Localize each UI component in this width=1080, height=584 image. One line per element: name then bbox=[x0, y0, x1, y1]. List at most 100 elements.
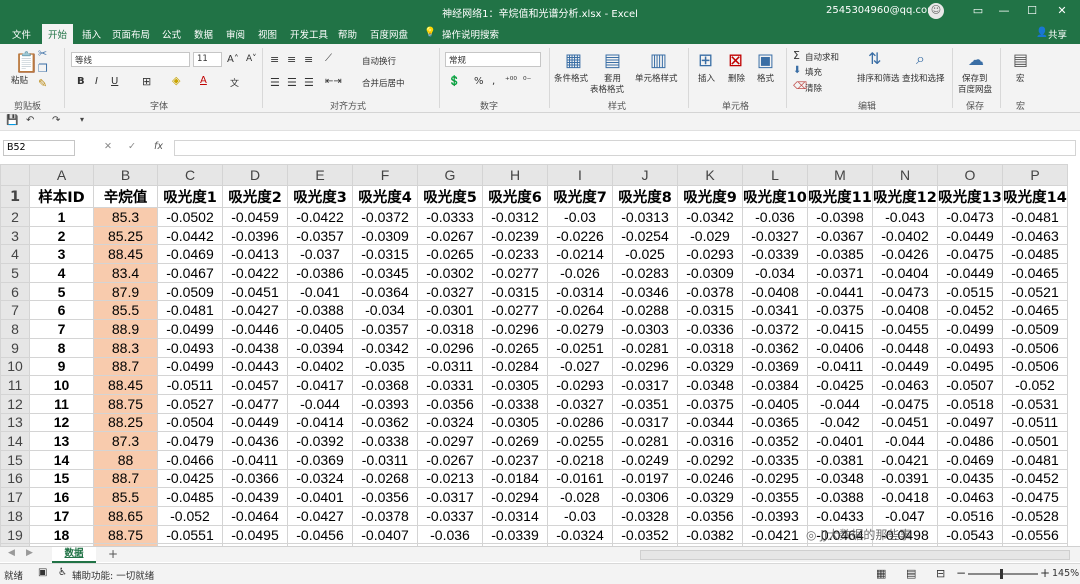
cell[interactable]: -0.0267 bbox=[417, 449, 483, 470]
cell[interactable]: -0.0388 bbox=[807, 487, 873, 507]
header-cell[interactable]: 吸光度12 bbox=[872, 185, 938, 208]
insert-cells-button[interactable]: 插入 bbox=[698, 72, 715, 84]
sort-filter-button[interactable]: 排序和筛选 bbox=[857, 72, 900, 84]
cell[interactable]: -0.0493 bbox=[937, 337, 1003, 358]
cell[interactable]: -0.0239 bbox=[482, 225, 548, 246]
cell[interactable]: 88.7 bbox=[93, 356, 158, 377]
align-bottom-icon[interactable]: ≡ bbox=[304, 53, 313, 66]
maximize-button[interactable]: ☐ bbox=[1022, 2, 1042, 20]
row-header[interactable]: 16 bbox=[0, 468, 30, 489]
cell[interactable]: -0.0279 bbox=[547, 319, 613, 339]
tab-formulas[interactable]: 公式 bbox=[162, 27, 181, 41]
cell[interactable]: -0.0481 bbox=[1002, 449, 1068, 470]
cell[interactable]: -0.0346 bbox=[612, 281, 678, 302]
cell[interactable]: -0.0362 bbox=[742, 337, 808, 358]
cell[interactable]: -0.0495 bbox=[222, 524, 288, 545]
column-header[interactable]: N bbox=[872, 164, 938, 186]
cell[interactable]: -0.0318 bbox=[677, 337, 743, 358]
cell[interactable]: 9 bbox=[29, 356, 94, 377]
cell[interactable]: -0.035 bbox=[352, 356, 418, 377]
cell[interactable]: -0.0405 bbox=[742, 393, 808, 414]
row-header[interactable]: 11 bbox=[0, 375, 30, 395]
cell[interactable]: -0.0408 bbox=[872, 300, 938, 321]
cell[interactable]: 85.25 bbox=[93, 225, 158, 246]
cell[interactable]: -0.0463 bbox=[937, 487, 1003, 507]
cell[interactable]: -0.0296 bbox=[417, 337, 483, 358]
cell[interactable]: -0.03 bbox=[547, 207, 613, 227]
cell[interactable]: -0.0457 bbox=[222, 375, 288, 395]
cell[interactable]: -0.0388 bbox=[287, 300, 353, 321]
cell[interactable]: -0.0375 bbox=[807, 300, 873, 321]
cell[interactable]: -0.0481 bbox=[1002, 207, 1068, 227]
cell[interactable]: -0.0439 bbox=[222, 487, 288, 507]
cell[interactable]: -0.0381 bbox=[807, 449, 873, 470]
cell[interactable]: -0.0477 bbox=[222, 393, 288, 414]
cell[interactable]: -0.0449 bbox=[872, 356, 938, 377]
cell[interactable]: -0.0251 bbox=[547, 337, 613, 358]
cell[interactable]: -0.0327 bbox=[742, 225, 808, 246]
cell[interactable]: -0.0415 bbox=[807, 319, 873, 339]
row-header[interactable]: 19 bbox=[0, 524, 30, 545]
cell[interactable]: -0.0306 bbox=[612, 487, 678, 507]
row-header[interactable]: 10 bbox=[0, 356, 30, 377]
column-header[interactable]: L bbox=[742, 164, 808, 186]
cell[interactable]: -0.0375 bbox=[677, 393, 743, 414]
cell[interactable]: -0.0449 bbox=[937, 263, 1003, 283]
avatar[interactable]: ☺ bbox=[928, 3, 944, 19]
cell[interactable]: -0.036 bbox=[742, 207, 808, 227]
cell[interactable]: -0.0378 bbox=[352, 506, 418, 526]
macro-record-icon[interactable]: ▣ bbox=[38, 567, 47, 578]
cell[interactable]: -0.0518 bbox=[937, 393, 1003, 414]
cell[interactable]: -0.0311 bbox=[352, 449, 418, 470]
cell[interactable]: -0.0427 bbox=[222, 300, 288, 321]
cell[interactable]: -0.0499 bbox=[937, 319, 1003, 339]
scroll-right-icon[interactable]: ▶ bbox=[26, 548, 33, 558]
cell[interactable]: -0.0401 bbox=[287, 487, 353, 507]
minimize-button[interactable]: — bbox=[994, 2, 1014, 20]
cell[interactable]: -0.0506 bbox=[1002, 356, 1068, 377]
cell[interactable]: -0.0342 bbox=[677, 207, 743, 227]
cell[interactable]: -0.0493 bbox=[157, 337, 223, 358]
row-header[interactable]: 18 bbox=[0, 506, 30, 526]
row-header[interactable]: 3 bbox=[0, 225, 30, 246]
cell[interactable]: -0.0335 bbox=[742, 449, 808, 470]
cell[interactable]: -0.0315 bbox=[352, 244, 418, 265]
sheet-tab-data[interactable]: 数据 bbox=[52, 547, 96, 563]
row-header[interactable]: 5 bbox=[0, 263, 30, 283]
cell[interactable]: -0.0305 bbox=[482, 412, 548, 433]
cell[interactable]: -0.0356 bbox=[677, 506, 743, 526]
paste-button[interactable]: 粘贴 bbox=[11, 74, 28, 86]
paste-icon[interactable]: 📋 bbox=[14, 50, 39, 74]
cell[interactable]: -0.0479 bbox=[157, 431, 223, 451]
cell[interactable]: 87.9 bbox=[93, 281, 158, 302]
cell[interactable]: 88.9 bbox=[93, 319, 158, 339]
cell[interactable]: -0.0464 bbox=[222, 506, 288, 526]
cell[interactable]: -0.0314 bbox=[547, 281, 613, 302]
cell[interactable]: -0.0246 bbox=[677, 468, 743, 489]
decrease-decimal-icon[interactable]: ⁰⁻ bbox=[523, 76, 531, 86]
cell[interactable]: -0.0418 bbox=[872, 487, 938, 507]
cell[interactable]: -0.0249 bbox=[612, 449, 678, 470]
fill-button[interactable]: 填充 bbox=[805, 66, 822, 78]
cell[interactable]: -0.0327 bbox=[417, 281, 483, 302]
cell[interactable]: -0.0465 bbox=[1002, 300, 1068, 321]
insert-cells-icon[interactable]: ⊞ bbox=[698, 50, 713, 71]
cell[interactable]: -0.0485 bbox=[157, 487, 223, 507]
cell[interactable]: -0.0351 bbox=[612, 393, 678, 414]
shrink-font-icon[interactable]: A˅ bbox=[246, 54, 257, 64]
add-sheet-button[interactable]: + bbox=[108, 547, 118, 561]
cell[interactable]: -0.0463 bbox=[872, 375, 938, 395]
grow-font-icon[interactable]: A˄ bbox=[227, 54, 239, 65]
cell[interactable]: -0.0352 bbox=[742, 431, 808, 451]
cell[interactable]: 11 bbox=[29, 393, 94, 414]
cell[interactable]: -0.0382 bbox=[677, 524, 743, 545]
zoom-in-icon[interactable]: + bbox=[1040, 566, 1050, 580]
cell[interactable]: 12 bbox=[29, 412, 94, 433]
cell[interactable]: -0.0485 bbox=[1002, 244, 1068, 265]
cell[interactable]: -0.0237 bbox=[482, 449, 548, 470]
cell[interactable]: -0.0531 bbox=[1002, 393, 1068, 414]
align-middle-icon[interactable]: ≡ bbox=[287, 53, 296, 66]
cell[interactable]: -0.0255 bbox=[547, 431, 613, 451]
cell[interactable]: -0.0466 bbox=[157, 449, 223, 470]
cell[interactable]: -0.0456 bbox=[287, 524, 353, 545]
